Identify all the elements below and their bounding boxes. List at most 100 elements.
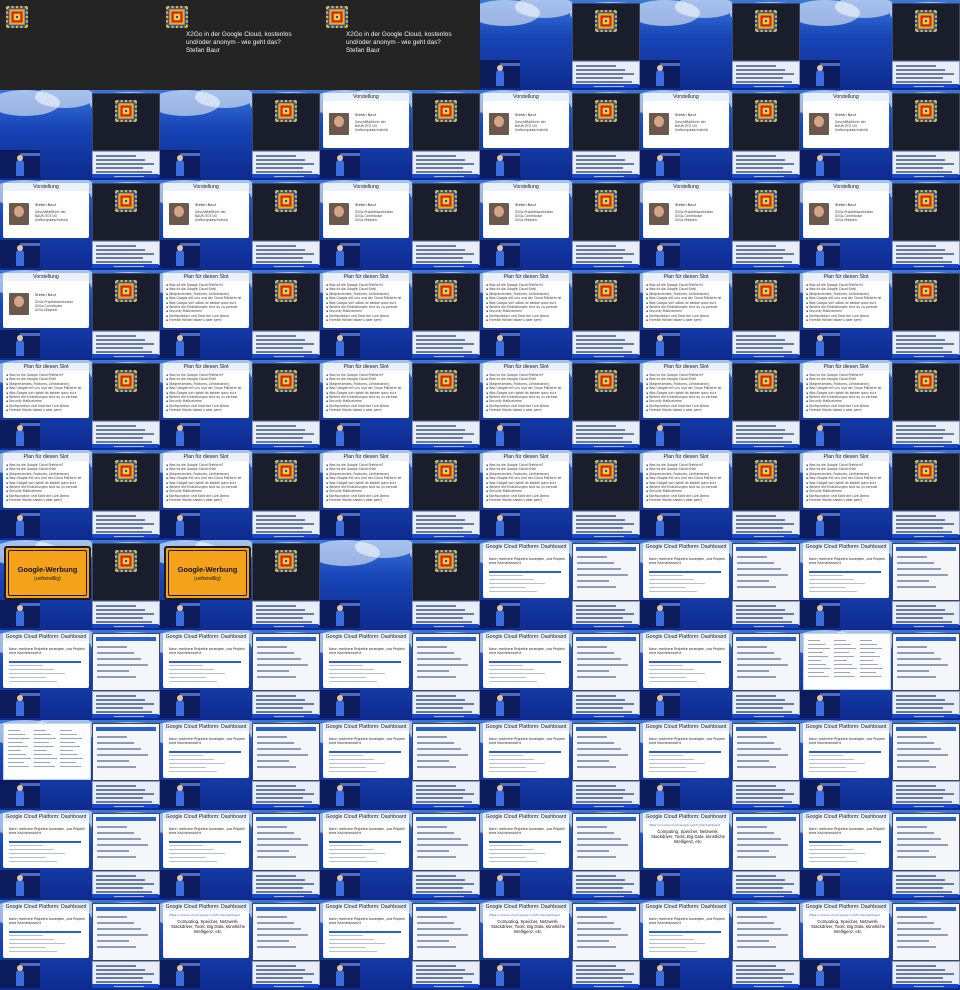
x2go-logo-icon bbox=[435, 460, 457, 482]
slide-title: Vorstellung bbox=[33, 184, 59, 190]
presenter-figure bbox=[816, 70, 824, 86]
agenda-list: Was ist die Google Cloud Platform?Was is… bbox=[486, 463, 568, 503]
notes-line bbox=[896, 261, 952, 263]
stage-light bbox=[340, 243, 360, 246]
projector-screen bbox=[92, 633, 160, 691]
video-frame-thumbnail: Google-Werbung (unfreiwillig) bbox=[160, 540, 320, 630]
dashboard-row bbox=[489, 767, 526, 769]
agenda-list: Was ist die Google Cloud Platform?Was is… bbox=[806, 373, 888, 413]
screenshot-text-line bbox=[97, 832, 134, 834]
screenshot-text-line bbox=[97, 922, 134, 924]
notes-line bbox=[736, 789, 785, 791]
stage-light bbox=[820, 963, 840, 966]
notes-line bbox=[256, 699, 305, 701]
notes-line bbox=[96, 621, 152, 623]
stage-light bbox=[660, 693, 680, 696]
status-url-line bbox=[754, 625, 784, 627]
x2go-logo-icon bbox=[755, 460, 777, 482]
webpage-screenshot bbox=[803, 633, 891, 690]
dashboard-big-text: Computing, Speicher, Netzwerk, Stackdriv… bbox=[651, 829, 725, 845]
screenshot-header-bar bbox=[736, 907, 796, 911]
notes-line bbox=[576, 249, 625, 251]
webpage-line bbox=[8, 762, 24, 764]
webpage-line bbox=[60, 742, 75, 744]
projector-screen bbox=[92, 813, 160, 871]
presenter-head bbox=[657, 785, 663, 791]
agenda-item: Was Google mit uns und der Cloud Platfor… bbox=[806, 476, 888, 480]
notes-line bbox=[736, 965, 776, 967]
title-line: X2Go in der Google Cloud, kostenlos bbox=[186, 31, 292, 38]
slide-title: Google Cloud Platform: Dashboard bbox=[5, 634, 87, 640]
dashboard-row bbox=[649, 767, 686, 769]
notes-line bbox=[896, 249, 945, 251]
agenda-item: Fremde Hände haben's aber gem! bbox=[166, 318, 248, 322]
notes-line bbox=[736, 163, 794, 165]
dashboard-row bbox=[329, 857, 366, 859]
notes-line bbox=[896, 703, 954, 705]
projector-logo bbox=[755, 190, 777, 216]
x2go-logo-icon bbox=[755, 10, 777, 32]
projector-logo bbox=[915, 190, 937, 216]
notes-line bbox=[896, 789, 945, 791]
slide-frame: Vorstellung Stefan Baur Geschäftsführer de… bbox=[643, 93, 729, 148]
slide-title: Google Cloud Platform: Dashboard bbox=[485, 724, 567, 730]
x2go-logo-icon bbox=[915, 460, 937, 482]
stage-light bbox=[660, 153, 680, 156]
notes-line bbox=[896, 785, 936, 787]
notes-line bbox=[576, 879, 625, 881]
x2go-logo-icon bbox=[755, 100, 777, 122]
dashboard-bar bbox=[9, 931, 81, 933]
agenda-item: Fremde Hände haben's aber gem! bbox=[326, 318, 408, 322]
dashboard-note: Kann mehrere Projekte anzeigen, pro Proj… bbox=[169, 737, 245, 746]
slide-frame: Plan für diesen SlotWas ist die Google C… bbox=[483, 363, 569, 418]
notes-line bbox=[96, 425, 136, 427]
presenter-head bbox=[337, 875, 343, 881]
role-line: X2Go Mitglied bbox=[835, 218, 857, 223]
notes-line bbox=[736, 167, 783, 169]
title-author: Stefan Baur bbox=[346, 47, 380, 54]
notes-line bbox=[736, 429, 785, 431]
slide-title: Google Cloud Platform: Dashboard bbox=[645, 634, 727, 640]
screenshot-text-line bbox=[577, 832, 614, 834]
dashboard-note: Kann mehrere Projekte anzeigen, pro Proj… bbox=[9, 827, 85, 836]
dashboard-row bbox=[9, 677, 46, 679]
stage-light bbox=[500, 513, 520, 516]
dashboard-row bbox=[329, 767, 366, 769]
status-url-line bbox=[594, 265, 624, 267]
presenter-head bbox=[337, 605, 343, 611]
notes-line bbox=[576, 159, 625, 161]
presenter-figure bbox=[336, 880, 344, 896]
notes-line bbox=[416, 519, 465, 521]
speaker-photo bbox=[489, 113, 509, 135]
agenda-item: Was Google mit uns und der Cloud Platfor… bbox=[646, 296, 728, 300]
projector-screen bbox=[252, 723, 320, 781]
screenshot-text-line bbox=[897, 748, 941, 750]
video-frame-thumbnail: Google Cloud Platform: Dashboard Kann meh… bbox=[320, 720, 480, 810]
slide-title: Google Cloud Platform: Dashboard bbox=[485, 814, 567, 820]
webpage-line bbox=[834, 648, 856, 650]
dashboard-url: https://console.cloud.google.com/home/da… bbox=[809, 913, 881, 917]
screenshot-header-bar bbox=[416, 637, 476, 641]
notes-line bbox=[416, 425, 456, 427]
status-bar bbox=[412, 714, 478, 718]
screenshot-text-line bbox=[897, 916, 927, 918]
dashboard-row bbox=[489, 763, 545, 765]
x2go-logo-icon bbox=[115, 100, 137, 122]
presenter-head bbox=[337, 785, 343, 791]
dashboard-row bbox=[9, 845, 43, 847]
screenshot-text-line bbox=[897, 670, 929, 672]
dashboard-row bbox=[649, 939, 694, 941]
presenter-figure bbox=[656, 880, 664, 896]
status-url-line bbox=[114, 805, 144, 807]
notes-panel bbox=[572, 421, 640, 445]
screenshot-text-line bbox=[897, 562, 934, 564]
screenshot-text-line bbox=[417, 766, 456, 768]
projector-screen bbox=[92, 723, 160, 781]
projector-screen bbox=[92, 93, 160, 151]
dashboard-note: Kann mehrere Projekte anzeigen, pro Proj… bbox=[329, 827, 405, 836]
dashboard-bar bbox=[329, 931, 401, 933]
notes-panel bbox=[412, 151, 480, 175]
screenshot-header-bar bbox=[896, 907, 956, 911]
notes-line bbox=[256, 801, 312, 803]
presenter-head bbox=[177, 605, 183, 611]
